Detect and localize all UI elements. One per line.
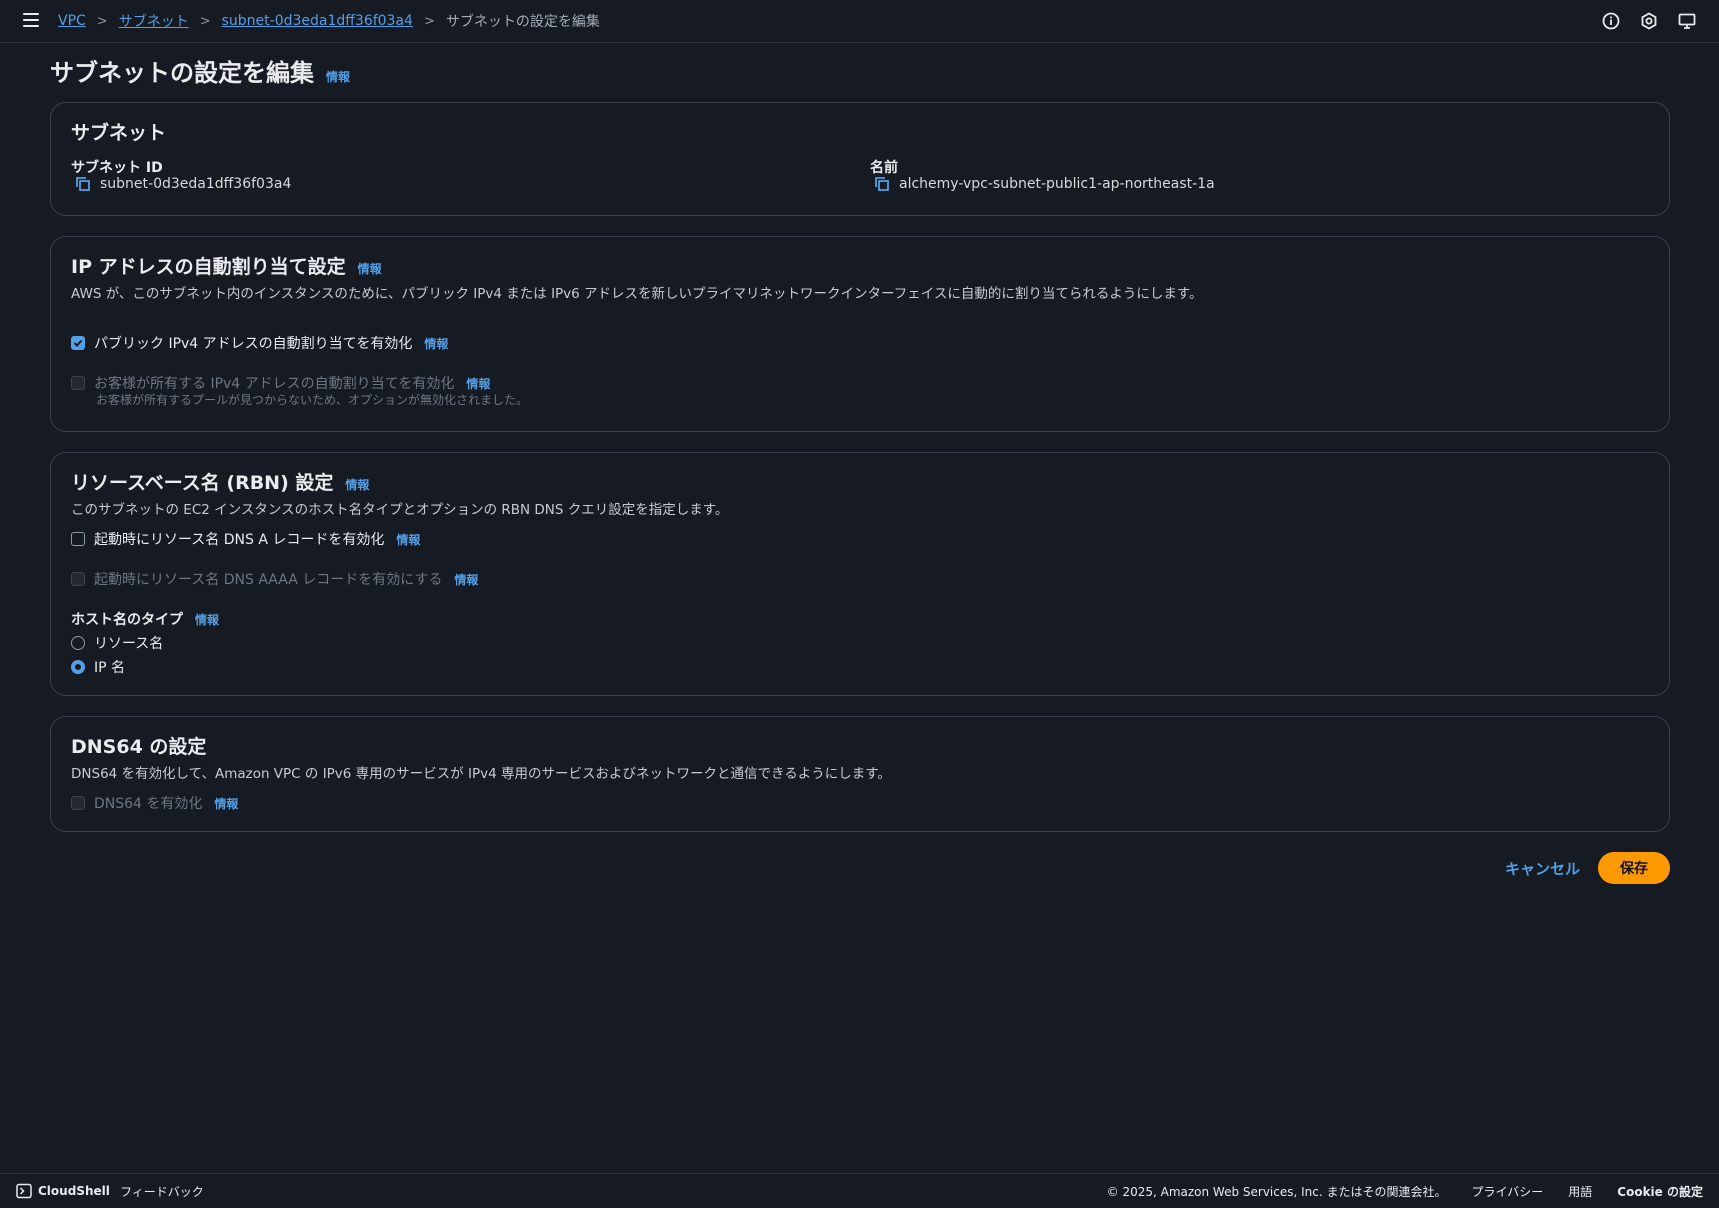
ip-panel-title-text: IP アドレスの自動割り当て設定 xyxy=(71,256,346,278)
dns-aaaa-checkbox xyxy=(71,572,85,586)
hostname-type-label-row: ホスト名のタイプ 情報 xyxy=(71,609,219,629)
hostname-type-label: ホスト名のタイプ xyxy=(71,612,183,628)
ip-panel-description: AWS が、このサブネット内のインスタンスのために、パブリック IPv4 または… xyxy=(71,286,1203,302)
notifications-icon[interactable] xyxy=(1639,11,1659,31)
page-title: サブネットの設定を編集 情報 xyxy=(50,53,350,88)
dns-a-checkbox[interactable] xyxy=(71,532,85,546)
rbn-panel-description: このサブネットの EC2 インスタンスのホスト名タイプとオプションの RBN D… xyxy=(71,502,729,518)
dns64-label: DNS64 を有効化 xyxy=(94,796,203,812)
terminal-icon xyxy=(16,1183,32,1199)
name-value: alchemy-vpc-subnet-public1-ap-northeast-… xyxy=(874,176,1215,192)
subnet-panel: サブネット サブネット ID subnet-0d3eda1dff36f03a4 … xyxy=(50,102,1670,216)
customer-ipv4-label: お客様が所有する IPv4 アドレスの自動割り当てを有効化 xyxy=(94,376,455,392)
top-navigation-bar: VPC > サブネット > subnet-0d3eda1dff36f03a4 >… xyxy=(0,0,1719,43)
display-icon[interactable] xyxy=(1677,11,1697,31)
public-ipv4-label: パブリック IPv4 アドレスの自動割り当てを有効化 xyxy=(94,336,413,352)
info-link[interactable]: 情報 xyxy=(466,375,490,392)
dns-a-label: 起動時にリソース名 DNS A レコードを有効化 xyxy=(94,532,385,548)
feedback-link[interactable]: フィードバック xyxy=(120,1183,204,1200)
rbn-panel-title: リソースベース名 (RBN) 設定 情報 xyxy=(71,468,369,495)
copyright-text: © 2025, Amazon Web Services, Inc. またはその関… xyxy=(1106,1185,1447,1199)
customer-ipv4-checkbox xyxy=(71,376,85,390)
page-title-text: サブネットの設定を編集 xyxy=(50,59,314,87)
breadcrumb: VPC > サブネット > subnet-0d3eda1dff36f03a4 >… xyxy=(58,11,600,31)
subnet-panel-title: サブネット xyxy=(71,118,166,145)
info-link[interactable]: 情報 xyxy=(326,68,350,85)
subnet-id-text: subnet-0d3eda1dff36f03a4 xyxy=(100,176,292,192)
dns-aaaa-option: 起動時にリソース名 DNS AAAA レコードを有効にする 情報 xyxy=(71,569,478,589)
ip-auto-assign-panel: IP アドレスの自動割り当て設定 情報 AWS が、このサブネット内のインスタン… xyxy=(50,236,1670,432)
radio-ip-name[interactable]: IP 名 xyxy=(71,657,125,677)
cloudshell-label: CloudShell xyxy=(38,1184,110,1198)
name-label: 名前 xyxy=(870,160,898,176)
breadcrumb-subnet-id[interactable]: subnet-0d3eda1dff36f03a4 xyxy=(222,13,413,29)
copy-icon[interactable] xyxy=(874,176,890,192)
subnet-id-value: subnet-0d3eda1dff36f03a4 xyxy=(75,176,291,192)
info-link[interactable]: 情報 xyxy=(345,476,369,493)
chevron-right-icon: > xyxy=(96,13,108,29)
radio-resource-label: リソース名 xyxy=(94,636,164,652)
save-button[interactable]: 保存 xyxy=(1598,852,1670,884)
subnet-panel-title-text: サブネット xyxy=(71,122,167,144)
menu-icon[interactable] xyxy=(23,13,39,27)
public-ipv4-checkbox[interactable] xyxy=(71,336,85,350)
radio-button[interactable] xyxy=(71,636,85,650)
info-link[interactable]: 情報 xyxy=(358,260,382,277)
public-ipv4-option: パブリック IPv4 アドレスの自動割り当てを有効化 情報 xyxy=(71,333,448,353)
ip-panel-title: IP アドレスの自動割り当て設定 情報 xyxy=(71,252,382,279)
info-link[interactable]: 情報 xyxy=(454,571,478,588)
dns64-panel: DNS64 の設定 DNS64 を有効化して、Amazon VPC の IPv6… xyxy=(50,716,1670,832)
dns64-panel-description: DNS64 を有効化して、Amazon VPC の IPv6 専用のサービスが … xyxy=(71,766,891,782)
chevron-right-icon: > xyxy=(423,13,435,29)
dns64-panel-title-text: DNS64 の設定 xyxy=(71,736,207,758)
customer-ipv4-note: お客様が所有するプールが見つからないため、オプションが無効化されました。 xyxy=(96,393,529,407)
cookie-settings-link[interactable]: Cookie の設定 xyxy=(1617,1183,1703,1200)
chevron-right-icon: > xyxy=(199,13,211,29)
customer-ipv4-option: お客様が所有する IPv4 アドレスの自動割り当てを有効化 情報 xyxy=(71,373,490,393)
info-link[interactable]: 情報 xyxy=(214,795,238,812)
cloudshell-button[interactable]: CloudShell xyxy=(16,1183,110,1199)
rbn-panel: リソースベース名 (RBN) 設定 情報 このサブネットの EC2 インスタンス… xyxy=(50,452,1670,696)
radio-button-selected[interactable] xyxy=(71,660,85,674)
footer: CloudShell フィードバック © 2025, Amazon Web Se… xyxy=(0,1173,1719,1208)
breadcrumb-current: サブネットの設定を編集 xyxy=(445,14,600,30)
subnet-id-label: サブネット ID xyxy=(71,160,163,176)
breadcrumb-subnets[interactable]: サブネット xyxy=(119,11,189,31)
info-link[interactable]: 情報 xyxy=(195,611,219,628)
info-link[interactable]: 情報 xyxy=(396,531,420,548)
copy-icon[interactable] xyxy=(75,176,91,192)
dns-aaaa-label: 起動時にリソース名 DNS AAAA レコードを有効にする xyxy=(94,572,443,588)
check-icon xyxy=(73,339,83,347)
radio-ip-label: IP 名 xyxy=(94,660,126,676)
dns-a-option: 起動時にリソース名 DNS A レコードを有効化 情報 xyxy=(71,529,420,549)
privacy-link[interactable]: プライバシー xyxy=(1472,1183,1544,1200)
breadcrumb-vpc[interactable]: VPC xyxy=(58,13,86,29)
dns64-panel-title: DNS64 の設定 xyxy=(71,732,206,759)
rbn-panel-title-text: リソースベース名 (RBN) 設定 xyxy=(71,472,334,494)
name-text: alchemy-vpc-subnet-public1-ap-northeast-… xyxy=(899,176,1215,192)
info-icon[interactable] xyxy=(1601,11,1621,31)
radio-resource-name[interactable]: リソース名 xyxy=(71,633,163,653)
terms-link[interactable]: 用語 xyxy=(1568,1183,1592,1200)
cancel-button[interactable]: キャンセル xyxy=(1505,858,1580,879)
dns64-option: DNS64 を有効化 情報 xyxy=(71,793,238,813)
info-link[interactable]: 情報 xyxy=(424,335,448,352)
dns64-checkbox xyxy=(71,796,85,810)
